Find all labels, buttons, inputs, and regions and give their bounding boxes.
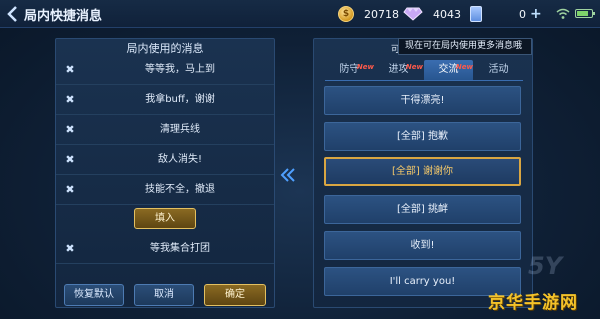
confirm-button[interactable]: 确定 [204,284,266,306]
ticket-currency: 0 + [470,4,542,24]
decorative-logo: 5Y [528,252,563,280]
message-row[interactable]: ✖ 我拿buff，谢谢 [56,85,274,115]
new-badge: New [405,63,423,71]
quick-message-item[interactable]: [全部] 抱歉 [324,122,521,151]
double-chevron-left-icon [280,168,295,182]
wifi-icon [556,8,570,19]
gold-amount: 20718 [364,7,399,21]
message-row[interactable]: ✖ 清理兵线 [56,115,274,145]
insert-button[interactable]: 填入 [134,208,196,229]
tab-event[interactable]: 活动 [474,60,523,80]
tab-defend[interactable]: 防守 New [325,60,375,80]
message-text: 等我集合打团 [150,243,210,254]
tab-communicate[interactable]: 交流 New [424,60,473,80]
message-text: 敌人消失! [157,154,202,165]
gold-coin-icon: $ [338,6,354,22]
top-bar: 局内快捷消息 $ 20718 4043 0 + [0,0,600,28]
gem-amount: 4043 [433,7,461,21]
cancel-button[interactable]: 取消 [134,284,194,306]
tab-attack[interactable]: 进攻 New [374,60,424,80]
remove-icon[interactable]: ✖ [64,154,76,166]
gold-currency: $ 20718 [338,4,399,24]
message-text: 等等我，马上到 [145,64,215,75]
quick-message-item[interactable]: [全部] 挑衅 [324,195,521,224]
remove-icon[interactable]: ✖ [64,64,76,76]
message-row[interactable]: ✖ 技能不全，撤退 [56,175,274,205]
category-tabs: 防守 New 进攻 New 交流 New 活动 [325,60,523,80]
add-currency-button[interactable]: + [530,7,542,21]
quick-message-item-selected[interactable]: [全部] 谢谢你 [324,157,521,186]
reset-default-button[interactable]: 恢复默认 [64,284,124,306]
message-text: 我拿buff，谢谢 [145,94,215,105]
tabs-underline [325,80,523,81]
back-arrow-icon[interactable] [6,5,20,23]
page-title: 局内快捷消息 [24,9,103,24]
remove-icon[interactable]: ✖ [64,184,76,196]
remove-icon[interactable]: ✖ [64,243,76,255]
message-row[interactable]: ✖ 等等我，马上到 [56,55,274,85]
in-game-messages-panel: 局内使用的消息 ✖ 等等我，马上到 ✖ 我拿buff，谢谢 ✖ 清理兵线 ✖ 敌… [55,38,275,308]
message-text: 清理兵线 [160,124,200,135]
remove-icon[interactable]: ✖ [64,124,76,136]
message-row[interactable]: ✖ 敌人消失! [56,145,274,175]
gem-currency: 4043 [403,4,461,24]
watermark: 京华手游网 [488,293,578,313]
ticket-icon [470,6,482,22]
quick-message-item[interactable]: 收到! [324,231,521,260]
new-badge: New [455,63,473,71]
tab-label: 活动 [488,64,509,75]
tooltip: 现在可在局内使用更多消息哦 [398,38,532,55]
quick-message-item[interactable]: 干得漂亮! [324,86,521,115]
message-text: 技能不全，撤退 [145,184,215,195]
message-row[interactable]: ✖ 等我集合打团 [56,234,274,264]
diamond-icon [403,7,423,21]
new-badge: New [356,63,374,71]
remove-icon[interactable]: ✖ [64,94,76,106]
ticket-amount: 0 [519,7,526,21]
battery-icon [575,9,595,18]
